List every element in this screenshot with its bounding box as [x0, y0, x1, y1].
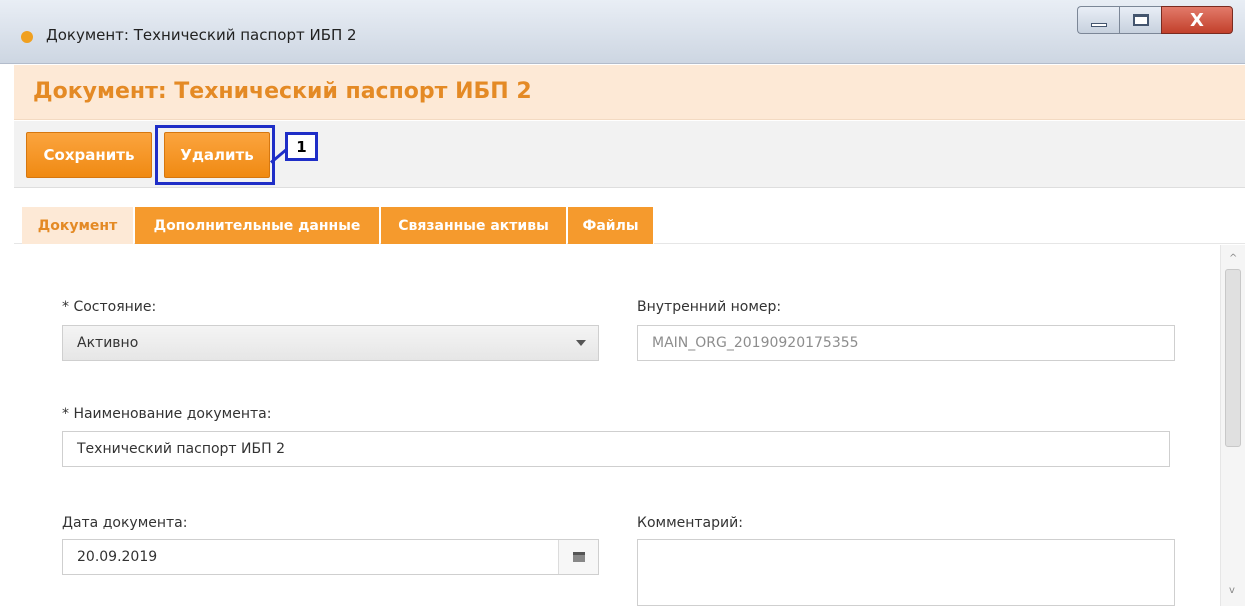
form-content: * Состояние: Активно Внутренний номер: M…	[14, 245, 1245, 606]
chevron-down-icon	[576, 340, 586, 346]
app-icon	[21, 31, 33, 43]
callout-badge: 1	[285, 132, 318, 161]
doc-name-value: Технический паспорт ИБП 2	[77, 441, 285, 457]
doc-date-label: Дата документа:	[62, 515, 188, 531]
page-header: Документ: Технический паспорт ИБП 2	[14, 65, 1245, 120]
doc-date-input[interactable]: 20.09.2019	[62, 539, 599, 575]
tab-files[interactable]: Файлы	[568, 207, 654, 244]
maximize-icon	[1132, 14, 1149, 26]
minimize-button[interactable]	[1077, 6, 1119, 34]
scroll-up-icon[interactable]: ^	[1229, 253, 1237, 264]
calendar-icon	[572, 552, 585, 562]
comment-label: Комментарий:	[637, 515, 743, 531]
internal-number-value: MAIN_ORG_20190920175355	[652, 335, 859, 351]
internal-number-label: Внутренний номер:	[637, 299, 782, 315]
date-picker-button[interactable]	[558, 540, 598, 574]
tab-related-assets[interactable]: Связанные активы	[381, 207, 567, 244]
save-button[interactable]: Сохранить	[26, 132, 152, 178]
window-controls: X	[1077, 6, 1233, 34]
page-title: Документ: Технический паспорт ИБП 2	[33, 79, 532, 104]
doc-name-input[interactable]: Технический паспорт ИБП 2	[62, 431, 1170, 467]
window-titlebar[interactable]: Документ: Технический паспорт ИБП 2 X	[0, 0, 1245, 64]
scroll-down-icon[interactable]: v	[1229, 585, 1235, 596]
tab-additional-data[interactable]: Дополнительные данные	[135, 207, 380, 244]
delete-button[interactable]: Удалить	[164, 132, 270, 178]
doc-date-value: 20.09.2019	[77, 549, 158, 565]
comment-textarea[interactable]	[637, 539, 1175, 606]
status-value: Активно	[77, 335, 139, 351]
tab-strip: Документ Дополнительные данные Связанные…	[14, 189, 1245, 244]
internal-number-field: MAIN_ORG_20190920175355	[637, 325, 1175, 361]
toolbar: Сохранить Удалить 1	[14, 121, 1245, 188]
minimize-icon	[1090, 23, 1107, 27]
status-select[interactable]: Активно	[62, 325, 599, 361]
close-button[interactable]: X	[1161, 6, 1233, 34]
scroll-thumb[interactable]	[1225, 269, 1241, 447]
maximize-button[interactable]	[1119, 6, 1161, 34]
tab-document[interactable]: Документ	[22, 207, 134, 244]
doc-name-label: * Наименование документа:	[62, 406, 272, 422]
window-title: Документ: Технический паспорт ИБП 2	[46, 26, 357, 44]
status-label: * Состояние:	[62, 299, 157, 315]
close-icon: X	[1190, 9, 1204, 31]
vertical-scrollbar[interactable]: ^ v	[1220, 245, 1245, 606]
